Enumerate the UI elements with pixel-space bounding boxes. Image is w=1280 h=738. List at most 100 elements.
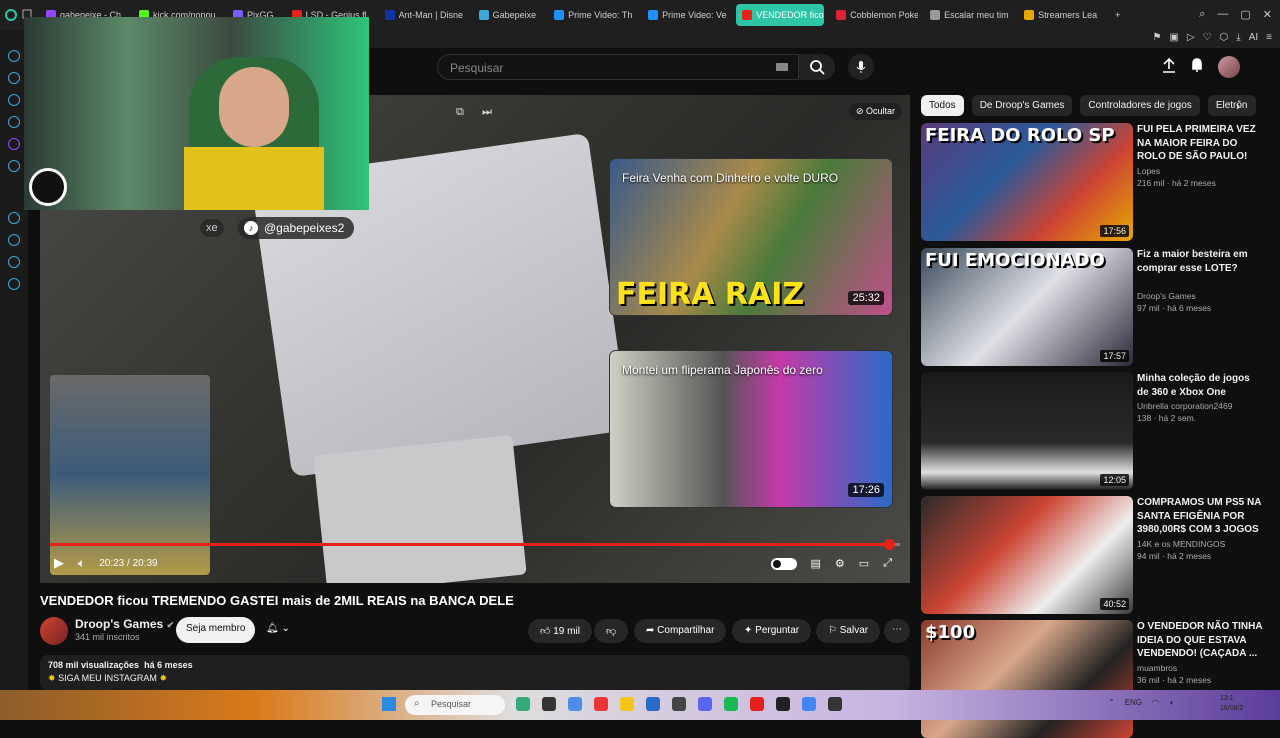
recommendation-title[interactable]: Fiz a maior besteira em comprar esse LOT… bbox=[1137, 248, 1263, 275]
screenshot-icon[interactable]: ▣ bbox=[1169, 32, 1178, 43]
skip-icon[interactable]: ⏭ bbox=[482, 106, 492, 119]
history-icon[interactable] bbox=[8, 234, 20, 246]
miniplayer-icon[interactable]: ⧉ bbox=[456, 106, 464, 119]
recommendation-item[interactable]: FEIRA DO ROLO SP 17:56 FUI PELA PRIMEIRA V… bbox=[921, 123, 1266, 241]
voice-search-button[interactable] bbox=[848, 54, 874, 80]
new-tab-button[interactable]: + bbox=[1109, 4, 1126, 26]
recommendation-title[interactable]: COMPRAMOS UM PS5 NA SANTA EFIGÊNIA POR 3… bbox=[1137, 496, 1263, 537]
clock[interactable]: 13:1 16/08/2 bbox=[1220, 694, 1243, 714]
app-icon[interactable] bbox=[828, 697, 842, 711]
instagram-icon[interactable] bbox=[8, 116, 20, 128]
discord-icon[interactable] bbox=[8, 72, 20, 84]
ai-button[interactable]: AI bbox=[1249, 32, 1258, 43]
messenger-icon[interactable] bbox=[8, 50, 20, 62]
search-tabs-icon[interactable]: ⌕ bbox=[1199, 8, 1205, 21]
recommendation-title[interactable]: Minha coleção de jogos de 360 e Xbox One bbox=[1137, 372, 1263, 399]
autoplay-toggle[interactable] bbox=[770, 557, 797, 570]
recommendation-item[interactable]: FUI EMOCIONADO 17:57 Fiz a maior besteira … bbox=[921, 248, 1266, 366]
app-icon[interactable] bbox=[646, 697, 660, 711]
recommendation-item[interactable]: 40:52 COMPRAMOS UM PS5 NA SANTA EFIGÊNIA … bbox=[921, 496, 1266, 614]
channel-avatar[interactable] bbox=[40, 617, 68, 645]
progress-bar[interactable] bbox=[50, 539, 900, 550]
play-ext-icon[interactable]: ▷ bbox=[1187, 32, 1195, 43]
search-input[interactable]: Pesquisar bbox=[437, 54, 799, 80]
play-icon[interactable]: ▶ bbox=[54, 555, 64, 571]
notifications-icon[interactable] bbox=[1190, 57, 1204, 78]
description-box[interactable]: 708 mil visualizações há 6 meses ✸ SIGA … bbox=[40, 655, 910, 691]
recommendation-thumbnail[interactable]: 12:05 bbox=[921, 372, 1133, 490]
speaker-icon[interactable]: ◖ bbox=[1169, 698, 1174, 707]
endscreen-video-1[interactable]: Feira Venha com Dinheiro e volte DURO FE… bbox=[610, 159, 892, 315]
menu-icon[interactable]: ≡ bbox=[1266, 32, 1272, 43]
whatsapp-icon[interactable] bbox=[8, 94, 20, 106]
recommendation-item[interactable]: $100 O VENDEDOR NÃO TINHA IDEIA DO QUE ES… bbox=[921, 620, 1266, 738]
recommendation-thumbnail[interactable]: $100 bbox=[921, 620, 1133, 738]
browser-tab[interactable]: Cobblemon Poke bbox=[830, 4, 918, 26]
discord-icon[interactable] bbox=[698, 697, 712, 711]
close-icon[interactable]: ✕ bbox=[1263, 8, 1272, 21]
browser-logo-icon[interactable] bbox=[0, 4, 22, 26]
filter-chip[interactable]: De Droop's Games bbox=[971, 95, 1073, 116]
recommendation-thumbnail[interactable]: 40:52 bbox=[921, 496, 1133, 614]
upload-icon[interactable] bbox=[1162, 57, 1176, 78]
settings-icon[interactable] bbox=[8, 278, 20, 290]
folder-icon[interactable] bbox=[620, 697, 634, 711]
dislike-button[interactable]: 👎︎ bbox=[594, 619, 628, 643]
endscreen-video-2[interactable]: Montei um fliperama Japonês do zero 17:2… bbox=[610, 351, 892, 507]
notification-bell-button[interactable]: 🔔︎ ⌄ bbox=[258, 617, 308, 643]
subtitles-icon[interactable]: ▤ bbox=[811, 557, 821, 570]
bookmark-icon[interactable]: ⚑ bbox=[1152, 32, 1161, 43]
puzzle-icon[interactable]: ⬡ bbox=[1220, 32, 1229, 43]
recommendation-channel[interactable]: Unbrella corporation2469 bbox=[1137, 401, 1232, 411]
browser-tab[interactable]: Prime Video: Th bbox=[548, 4, 636, 26]
app-icon[interactable] bbox=[672, 697, 686, 711]
channel-name[interactable]: Droop's Games ✔ bbox=[75, 617, 174, 631]
recommendation-channel[interactable]: muambros bbox=[1137, 663, 1177, 673]
hide-endscreen-button[interactable]: ⊘ Ocultar bbox=[848, 103, 902, 120]
download-icon[interactable]: ⤓ bbox=[1236, 32, 1240, 43]
percent-icon[interactable] bbox=[8, 160, 20, 172]
app-icon[interactable] bbox=[568, 697, 582, 711]
recommendation-title[interactable]: FUI PELA PRIMEIRA VEZ NA MAIOR FEIRA DO … bbox=[1137, 123, 1263, 164]
recommendation-item[interactable]: 12:05 Minha coleção de jogos de 360 e Xbo… bbox=[921, 372, 1266, 490]
maximize-icon[interactable]: ▢ bbox=[1240, 8, 1250, 21]
app-icon[interactable] bbox=[516, 697, 530, 711]
twitch-icon[interactable] bbox=[8, 138, 20, 150]
minimize-icon[interactable]: — bbox=[1217, 8, 1228, 21]
player-icon[interactable] bbox=[8, 212, 20, 224]
filter-chip[interactable]: Controladores de jogos bbox=[1080, 95, 1200, 116]
settings-gear-icon[interactable]: ⚙ bbox=[835, 557, 845, 570]
recommendation-thumbnail[interactable]: FEIRA DO ROLO SP 17:56 bbox=[921, 123, 1133, 241]
filter-chip[interactable]: Todos bbox=[921, 95, 964, 116]
browser-tab[interactable]: Prime Video: Ve bbox=[642, 4, 730, 26]
progress-scrubber[interactable] bbox=[883, 539, 895, 550]
opera-icon[interactable] bbox=[594, 697, 608, 711]
like-button[interactable]: 👍︎ 19 mil bbox=[528, 619, 592, 643]
browser-tab[interactable]: VENDEDOR ficou TREMEN bbox=[736, 4, 825, 26]
tray-icon[interactable]: ⌃ bbox=[1108, 698, 1115, 707]
app-icon[interactable] bbox=[776, 697, 790, 711]
browser-tab[interactable]: Streamers Lea bbox=[1018, 4, 1103, 26]
chevron-right-icon[interactable]: › bbox=[1236, 99, 1240, 113]
lang-indicator[interactable]: ENG bbox=[1125, 698, 1142, 707]
fullscreen-icon[interactable]: ⤢ bbox=[883, 557, 892, 570]
share-button[interactable]: ➦ Compartilhar bbox=[634, 619, 727, 643]
recommendation-channel[interactable]: 14K e os MENDINGOS bbox=[1137, 539, 1225, 549]
search-button[interactable] bbox=[799, 54, 835, 80]
heart-icon[interactable]: ♡ bbox=[1203, 32, 1212, 43]
recommendation-channel[interactable]: Lopes bbox=[1137, 166, 1160, 176]
browser-tab[interactable]: Ant-Man | Disne bbox=[379, 4, 467, 26]
taskbar-search[interactable]: ⌕ Pesquisar bbox=[405, 695, 505, 715]
spotify-icon[interactable] bbox=[724, 697, 738, 711]
filter-chip[interactable]: Eletrôn bbox=[1207, 95, 1256, 116]
theater-mode-icon[interactable]: ▭ bbox=[859, 557, 869, 570]
ask-button[interactable]: ✦ Perguntar bbox=[732, 619, 812, 643]
avatar[interactable] bbox=[1218, 56, 1240, 78]
windows-start-icon[interactable] bbox=[382, 697, 396, 711]
recommendation-channel[interactable]: Droop's Games bbox=[1137, 291, 1196, 301]
app-icon[interactable] bbox=[542, 697, 556, 711]
save-button[interactable]: ⚐ Salvar bbox=[816, 619, 881, 643]
keyboard-icon[interactable] bbox=[776, 63, 788, 71]
recommendation-thumbnail[interactable]: FUI EMOCIONADO 17:57 bbox=[921, 248, 1133, 366]
chrome-icon[interactable] bbox=[802, 697, 816, 711]
